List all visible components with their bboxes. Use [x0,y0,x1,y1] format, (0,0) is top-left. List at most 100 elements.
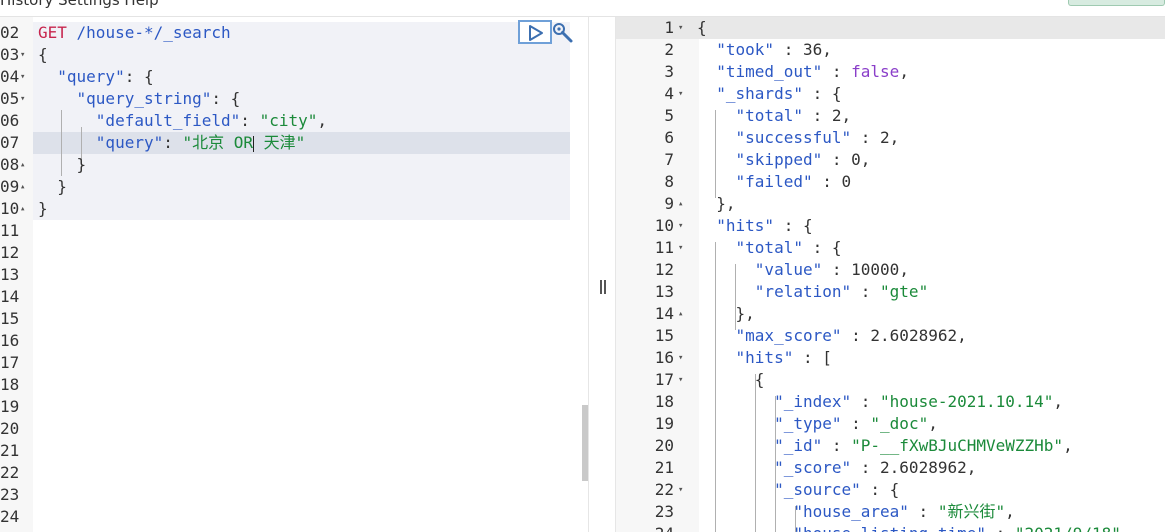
request-code-line[interactable]: 11 [0,220,588,242]
request-editor[interactable]: 02 GET /house-*/_search 03 ▾{04 ▾ "query": {… [0,17,588,532]
request-code-line[interactable]: 18 [0,374,588,396]
code-text: "_source" : { [697,479,899,501]
token-plain: : [908,502,938,521]
response-code-line[interactable]: 22 ▾ "_source" : { [616,479,1165,501]
request-code-line[interactable]: 09 ▴ } [0,176,588,198]
line-number: 5 [664,106,674,125]
response-code-line[interactable]: 21 "_score" : 2.6028962, [616,457,1165,479]
fold-open-icon[interactable]: ▾ [678,215,683,237]
token-plain: : [851,458,881,477]
request-code-line[interactable]: 17 [0,352,588,374]
response-code-line[interactable]: 7 "skipped" : 0, [616,149,1165,171]
response-code-line[interactable]: 13 "relation" : "gte" [616,281,1165,303]
request-code-line[interactable]: 06 "default_field": "city", [0,110,588,132]
response-viewer[interactable]: 1 ▾{2 "took" : 36, 3 "timed_out" : false, 4… [616,17,1165,532]
fold-open-icon[interactable]: ▾ [678,369,683,391]
request-code-line[interactable]: 21 [0,440,588,462]
response-code-line[interactable]: 15 "max_score" : 2.6028962, [616,325,1165,347]
token-num: 2.6028962 [880,458,967,477]
response-code-line[interactable]: 14 ▴ }, [616,303,1165,325]
request-code-line[interactable]: 02 GET /house-*/_search [0,22,588,44]
request-code-line[interactable]: 10 ▴} [0,198,588,220]
response-code-line[interactable]: 19 "_type" : "_doc", [616,413,1165,435]
line-number: 07 [0,133,20,152]
response-code-line[interactable]: 4 ▾ "_shards" : { [616,83,1165,105]
response-code-line[interactable]: 12 "value" : 10000, [616,259,1165,281]
line-number: 09 [0,177,20,196]
token-plain: , [928,414,938,433]
response-code-line[interactable]: 6 "successful" : 2, [616,127,1165,149]
request-code-line[interactable]: 24 [0,506,588,528]
run-request-button[interactable] [518,20,552,44]
fold-open-icon[interactable]: ▾ [678,17,683,39]
fold-open-icon[interactable]: ▾ [20,88,25,110]
request-code-line[interactable]: 05 ▾ "query_string": { [0,88,588,110]
line-number: 03 [0,45,20,64]
token-key: "total" [735,238,803,257]
request-code-line[interactable]: 04 ▾ "query": { [0,66,588,88]
response-code-line[interactable]: 20 "_id" : "P-__fXwBJuCHMVeWZZHb", [616,435,1165,457]
token-plain: : [986,524,1015,532]
fold-open-icon[interactable]: ▾ [678,479,683,501]
request-code-line[interactable]: 08 ▴ } [0,154,588,176]
token-key: "value" [754,260,823,279]
fold-open-icon[interactable]: ▾ [678,237,683,259]
response-code-line[interactable]: 17 ▾ { [616,369,1165,391]
code-text: } [38,176,67,198]
request-code-line[interactable]: 16 [0,330,588,352]
line-number: 11 [654,238,674,257]
token-plain: { [38,45,48,64]
response-code-line[interactable]: 16 ▾ "hits" : [ [616,347,1165,369]
top-action-button[interactable] [1068,0,1165,6]
response-code-line[interactable]: 5 "total" : 2, [616,105,1165,127]
request-code-line[interactable]: 19 [0,396,588,418]
fold-open-icon[interactable]: ▾ [20,66,25,88]
response-code-line[interactable]: 11 ▾ "total" : { [616,237,1165,259]
fold-close-icon[interactable]: ▴ [20,198,25,220]
fold-close-icon[interactable]: ▴ [20,154,25,176]
code-text: "_index" : "house-2021.10.14", [697,391,1063,413]
response-code-line[interactable]: 23 "house_area" : "新兴街", [616,501,1165,523]
code-text: { [697,369,765,391]
request-code-line[interactable]: 13 [0,264,588,286]
token-str: "北京 OR [182,133,254,152]
resize-grip-icon[interactable] [600,280,606,294]
fold-close-icon[interactable]: ▴ [678,193,683,215]
response-code-line[interactable]: 10 ▾ "hits" : { [616,215,1165,237]
line-number: 20 [654,436,674,455]
response-code-line[interactable]: 3 "timed_out" : false, [616,61,1165,83]
response-code-line[interactable]: 8 "failed" : 0 [616,171,1165,193]
request-code-line[interactable]: 12 [0,242,588,264]
request-code-line[interactable]: 23 [0,484,588,506]
request-code-line[interactable]: 07 "query": "北京 OR 天津" [0,132,588,154]
request-code-line[interactable]: 03 ▾ { [0,44,588,66]
response-code-line[interactable]: 9 ▴ }, [616,193,1165,215]
fold-open-icon[interactable]: ▾ [678,347,683,369]
top-menu[interactable]: History Settings Help [0,0,159,9]
request-code-line[interactable]: 14 [0,286,588,308]
fold-open-icon[interactable]: ▾ [678,83,683,105]
response-code-line[interactable]: 24 "house_listing_time" : "2021/9/18" [616,523,1165,532]
request-code-line[interactable]: 20 [0,418,588,440]
code-text: "_id" : "P-__fXwBJuCHMVeWZZHb", [697,435,1073,457]
line-number: 23 [654,502,674,521]
code-text: { [697,17,707,39]
pane-resizer[interactable] [588,17,616,532]
fold-close-icon[interactable]: ▴ [20,176,25,198]
token-plain: , [860,150,871,169]
response-code-line[interactable]: 2 "took" : 36, [616,39,1165,61]
code-text: { [38,44,48,66]
response-code-line[interactable]: 1 ▾ { [616,17,1165,39]
request-code-line[interactable]: 22 [0,462,588,484]
token-plain: , [1053,392,1064,411]
request-code-line[interactable]: 15 [0,308,588,330]
fold-close-icon[interactable]: ▴ [678,303,683,325]
wrench-icon[interactable] [552,22,574,44]
line-number: 06 [0,111,20,130]
response-code-line[interactable]: 18 "_index" : "house-2021.10.14", [616,391,1165,413]
fold-open-icon[interactable]: ▾ [20,44,25,66]
token-key: "default_field" [95,111,241,130]
